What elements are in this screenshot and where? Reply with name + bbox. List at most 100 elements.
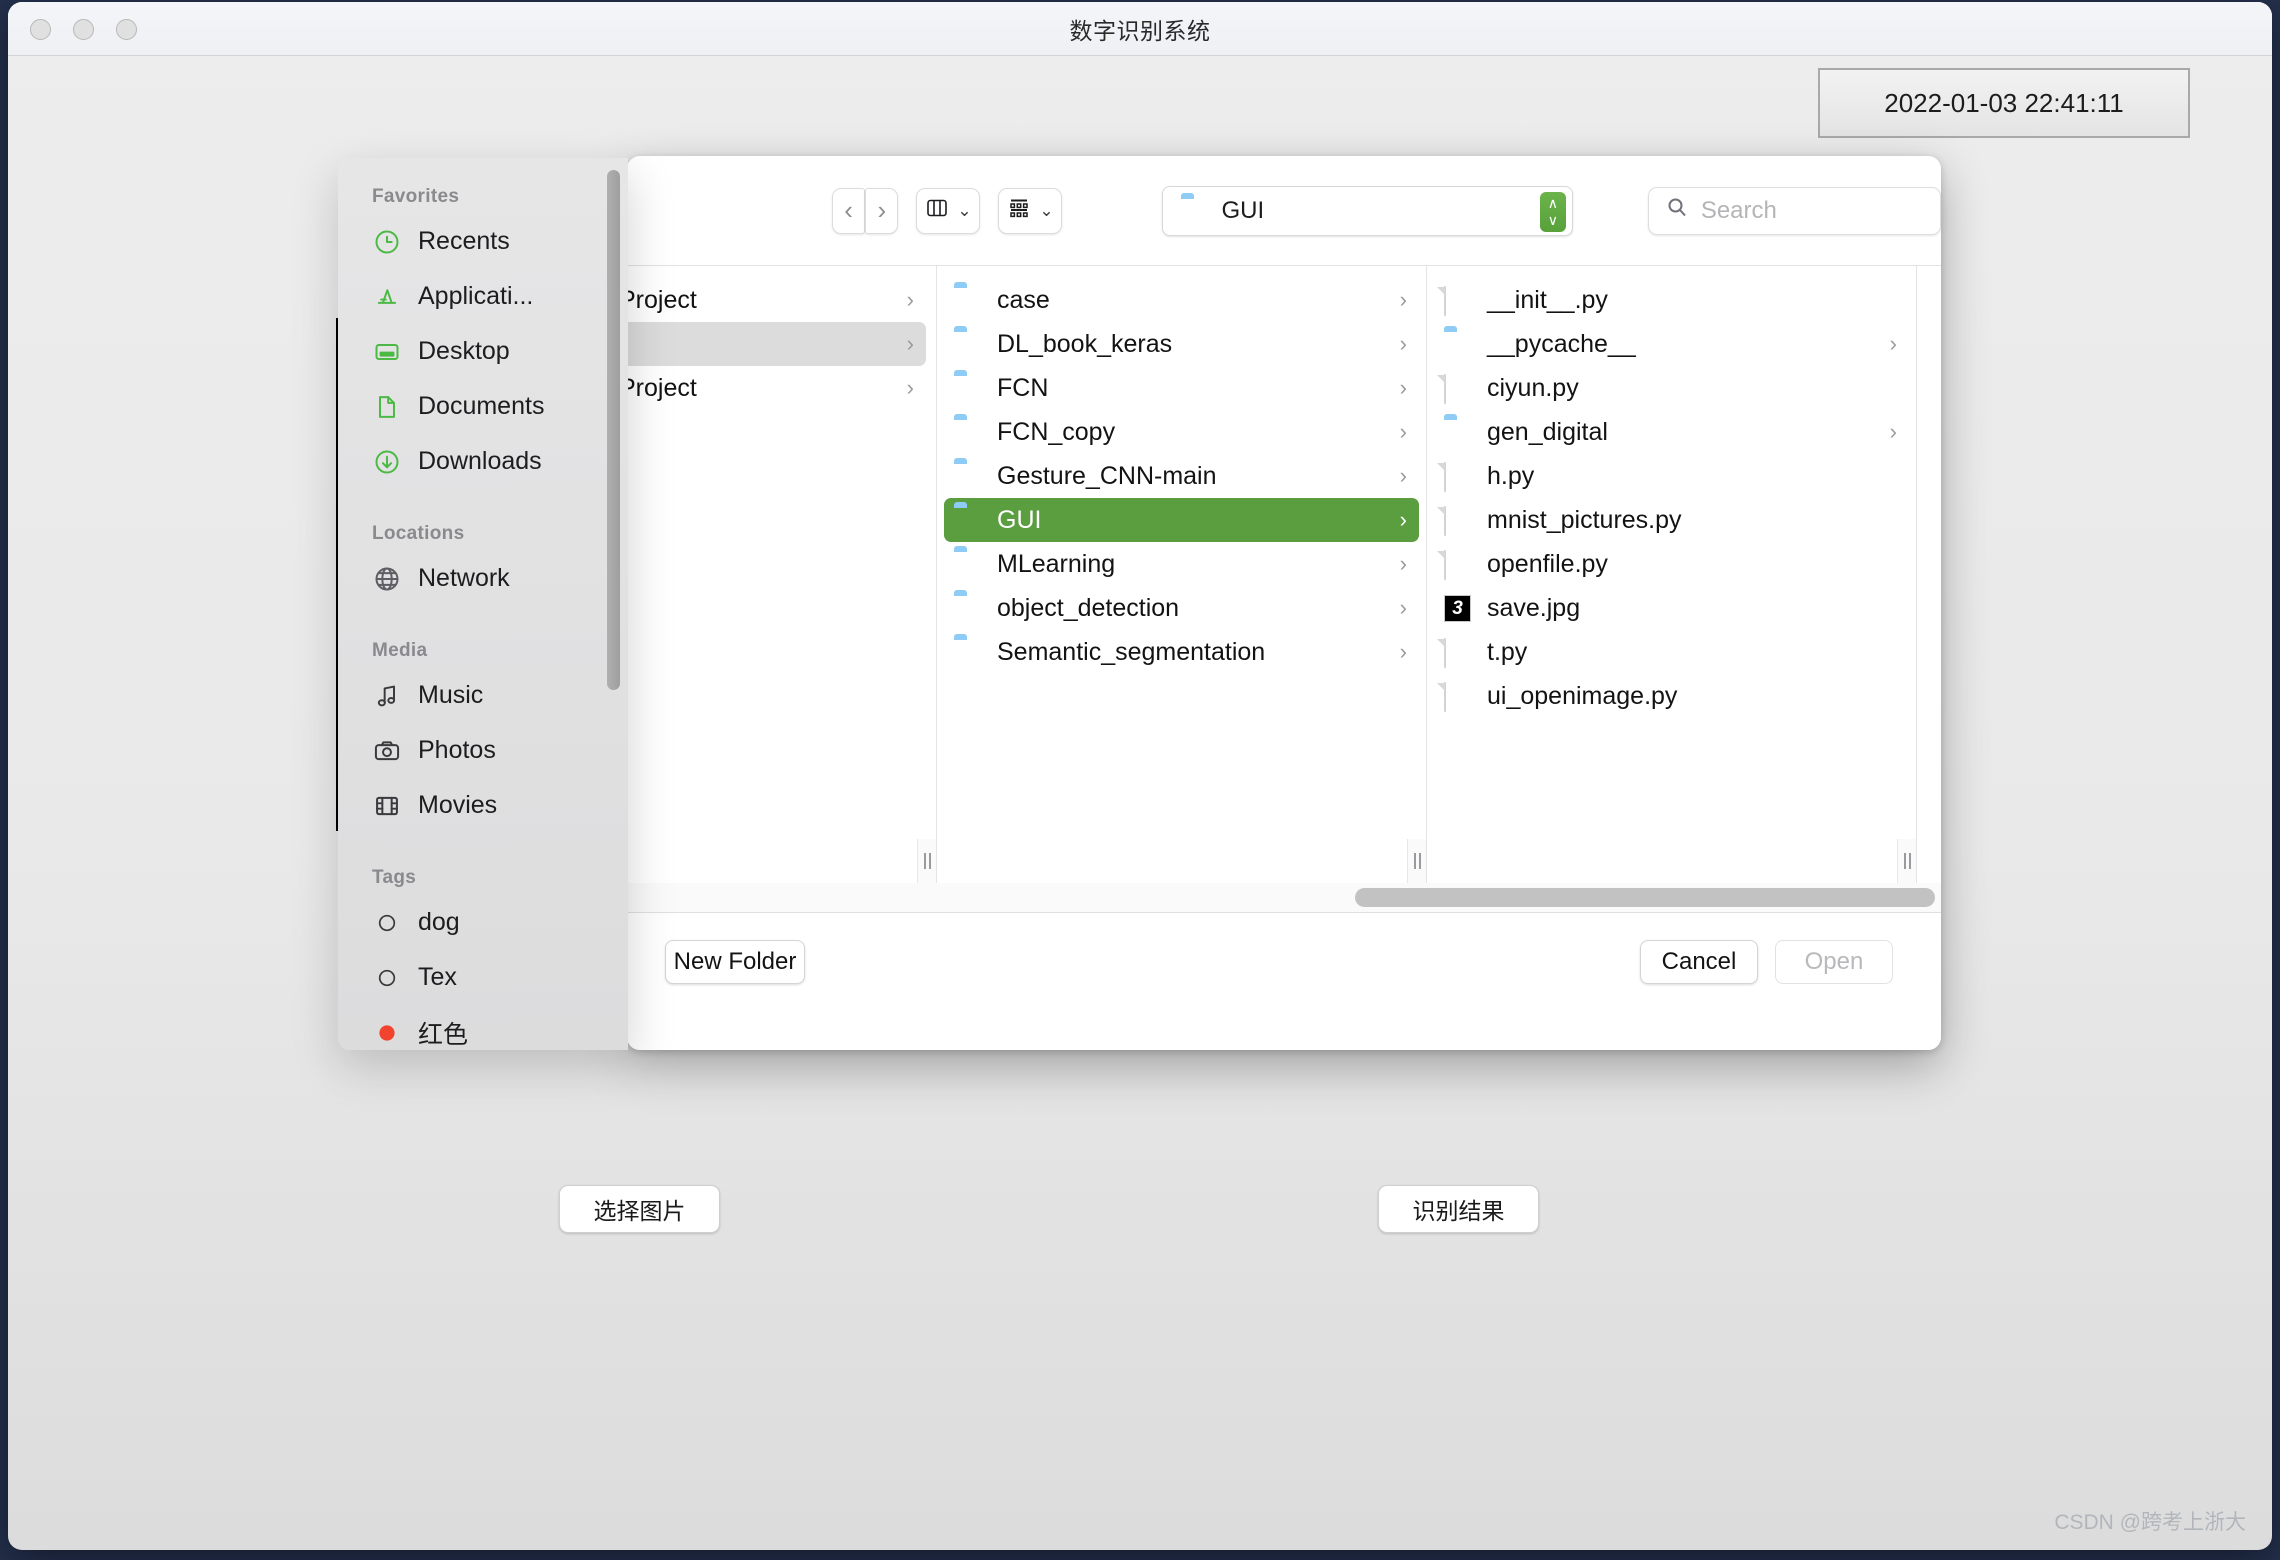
file-row[interactable]: case › bbox=[944, 278, 1419, 322]
stepper-up-icon: ∧ bbox=[1548, 196, 1558, 210]
folder-icon bbox=[954, 375, 984, 401]
file-row[interactable]: object_detection› bbox=[944, 586, 1419, 630]
column-resizer[interactable] bbox=[917, 839, 937, 883]
folder-icon bbox=[954, 331, 984, 357]
file-row[interactable]: openfile.py bbox=[1434, 542, 1909, 586]
cancel-button[interactable]: Cancel bbox=[1640, 940, 1758, 984]
folder-icon bbox=[1181, 198, 1211, 224]
file-row[interactable]: Gesture_CNN-main› bbox=[944, 454, 1419, 498]
path-stepper[interactable]: ∧ ∨ bbox=[1540, 192, 1566, 232]
sidebar-item-label: Movies bbox=[418, 791, 497, 820]
document-file-icon bbox=[1444, 551, 1474, 577]
sidebar-item-photos[interactable]: Photos bbox=[338, 723, 628, 778]
chevron-right-icon: › bbox=[907, 287, 914, 313]
new-folder-button[interactable]: New Folder bbox=[665, 940, 805, 984]
folder-icon bbox=[954, 551, 984, 577]
folder-icon bbox=[954, 595, 984, 621]
browser-column-3[interactable]: __init__.py__pycache__›ciyun.pygen_digit… bbox=[1427, 266, 1917, 883]
stepper-down-icon: ∨ bbox=[1548, 213, 1558, 227]
file-row[interactable]: DL_book_keras› bbox=[944, 322, 1419, 366]
file-row[interactable]: ui_openimage.py bbox=[1434, 674, 1909, 718]
horizontal-scrollbar-thumb[interactable] bbox=[1355, 888, 1935, 907]
column-resizer[interactable] bbox=[1407, 839, 1427, 883]
open-label: Open bbox=[1805, 948, 1864, 976]
folder-icon bbox=[954, 419, 984, 445]
film-icon bbox=[372, 791, 402, 821]
file-row[interactable]: __init__.py bbox=[1434, 278, 1909, 322]
file-row[interactable]: Semantic_segmentation› bbox=[944, 630, 1419, 674]
path-popup-button[interactable]: GUI ∧ ∨ bbox=[1162, 186, 1572, 236]
forward-button[interactable]: › bbox=[865, 188, 898, 234]
file-row[interactable]: f› bbox=[627, 322, 926, 366]
sidebar-item-label: Recents bbox=[418, 227, 510, 256]
globe-icon bbox=[372, 564, 402, 594]
sidebar-content: FavoritesRecentsApplicati...DesktopDocum… bbox=[338, 186, 628, 1050]
sidebar-item-music[interactable]: Music bbox=[338, 668, 628, 723]
file-row[interactable]: __pycache__› bbox=[1434, 322, 1909, 366]
select-image-button[interactable]: 选择图片 bbox=[559, 1185, 720, 1233]
file-name: Project bbox=[627, 374, 894, 403]
group-by-button[interactable]: ⌄ bbox=[998, 188, 1062, 234]
file-name: t.py bbox=[1487, 638, 1884, 667]
sidebar-item-红色[interactable]: 红色 bbox=[338, 1005, 628, 1050]
file-name: case bbox=[997, 286, 1387, 315]
file-row[interactable]: GUI› bbox=[944, 498, 1419, 542]
recognize-result-button[interactable]: 识别结果 bbox=[1378, 1185, 1539, 1233]
column-view-button[interactable]: ⌄ bbox=[916, 188, 980, 234]
dialog-footer: New Folder Cancel Open bbox=[627, 914, 1941, 1050]
path-label: GUI bbox=[1221, 197, 1264, 225]
file-row[interactable]: h.py bbox=[1434, 454, 1909, 498]
horizontal-scrollbar[interactable] bbox=[627, 883, 1941, 913]
column-view-icon bbox=[925, 196, 949, 225]
file-row[interactable]: Project› bbox=[627, 366, 926, 410]
back-button[interactable]: ‹ bbox=[832, 188, 865, 234]
chevron-left-icon: ‹ bbox=[844, 195, 853, 226]
document-file-icon bbox=[1444, 287, 1474, 313]
search-placeholder: Search bbox=[1701, 197, 1777, 225]
sidebar-item-network[interactable]: Network bbox=[338, 551, 628, 606]
file-name: __init__.py bbox=[1487, 286, 1884, 315]
browser-column-2[interactable]: case › DL_book_keras›FCN›FCN_copy›Gesture_… bbox=[937, 266, 1427, 883]
select-image-label: 选择图片 bbox=[594, 1192, 686, 1226]
sidebar-item-label: Desktop bbox=[418, 337, 510, 366]
chevron-right-icon: › bbox=[1400, 419, 1407, 445]
file-row[interactable]: 3save.jpg bbox=[1434, 586, 1909, 630]
file-row[interactable]: mnist_pictures.py bbox=[1434, 498, 1909, 542]
sidebar-item-tex[interactable]: Tex bbox=[338, 950, 628, 1005]
file-row[interactable]: MLearning› bbox=[944, 542, 1419, 586]
file-name: __pycache__ bbox=[1487, 330, 1877, 359]
watermark: CSDN @跨考上浙大 bbox=[2054, 1506, 2246, 1536]
timestamp-display: 2022-01-03 22:41:11 bbox=[1818, 68, 2190, 138]
open-button: Open bbox=[1775, 940, 1893, 984]
title-bar: 数字识别系统 bbox=[8, 2, 2272, 56]
sidebar-item-movies[interactable]: Movies bbox=[338, 778, 628, 833]
column-resizer[interactable] bbox=[1897, 839, 1917, 883]
dialog-toolbar: ‹ › ⌄ ⌄ bbox=[627, 156, 1941, 266]
sidebar-item-recents[interactable]: Recents bbox=[338, 214, 628, 269]
file-name: MLearning bbox=[997, 550, 1387, 579]
search-field[interactable]: Search bbox=[1648, 187, 1941, 235]
download-icon bbox=[372, 447, 402, 477]
file-row[interactable]: ciyun.py bbox=[1434, 366, 1909, 410]
group-by-icon bbox=[1007, 196, 1031, 225]
file-row[interactable]: t.py bbox=[1434, 630, 1909, 674]
sidebar-item-applicati[interactable]: Applicati... bbox=[338, 269, 628, 324]
chevron-right-icon: › bbox=[1400, 639, 1407, 665]
sidebar-item-label: Documents bbox=[418, 392, 544, 421]
sidebar-scrollbar[interactable] bbox=[607, 170, 620, 690]
sidebar-item-documents[interactable]: Documents bbox=[338, 379, 628, 434]
chevron-right-icon: › bbox=[1400, 287, 1407, 313]
sidebar-item-downloads[interactable]: Downloads bbox=[338, 434, 628, 489]
file-row[interactable]: FCN_copy› bbox=[944, 410, 1419, 454]
sidebar-item-desktop[interactable]: Desktop bbox=[338, 324, 628, 379]
browser-column-1[interactable]: Project›f›Project› bbox=[627, 266, 937, 883]
dialog-sidebar[interactable]: FavoritesRecentsApplicati...DesktopDocum… bbox=[338, 158, 628, 1050]
file-name: ui_openimage.py bbox=[1487, 682, 1884, 711]
file-row[interactable]: gen_digital› bbox=[1434, 410, 1909, 454]
column-browser: Project›f›Project› case›DL_book_keras›FC… bbox=[627, 266, 1941, 883]
file-row[interactable]: Project› bbox=[627, 278, 926, 322]
sidebar-item-dog[interactable]: dog bbox=[338, 895, 628, 950]
chevron-right-icon: › bbox=[1890, 419, 1897, 445]
file-row[interactable]: FCN› bbox=[944, 366, 1419, 410]
cancel-label: Cancel bbox=[1662, 948, 1737, 976]
